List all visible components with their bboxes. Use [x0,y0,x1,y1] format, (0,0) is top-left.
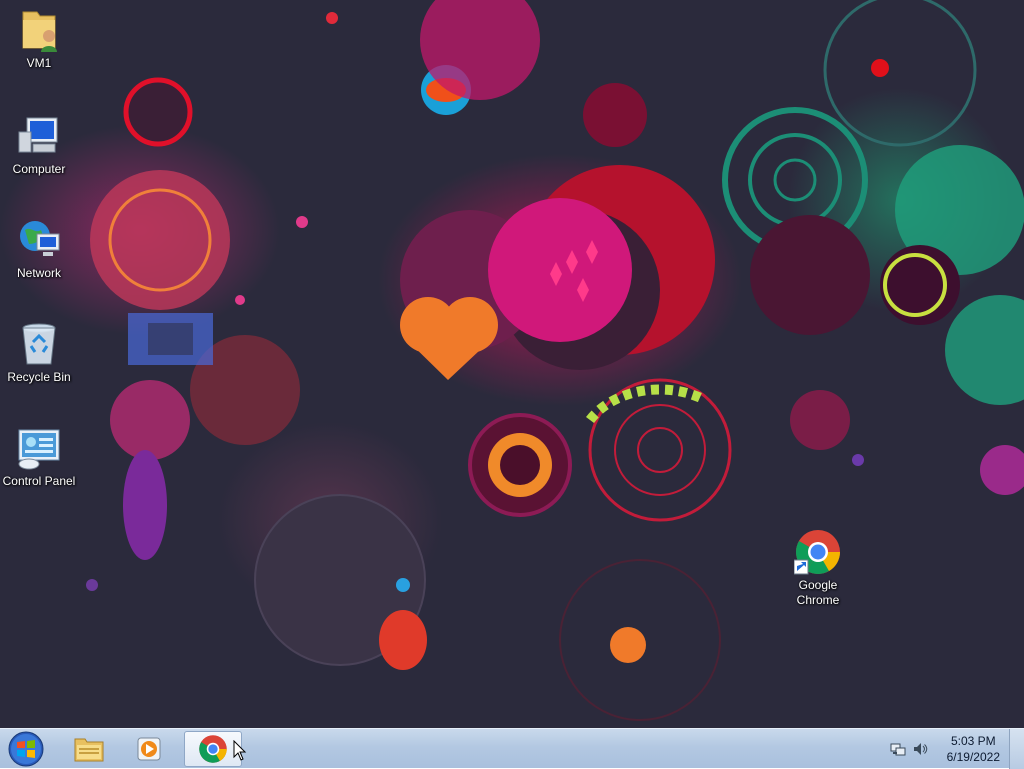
start-button[interactable] [4,730,48,768]
desktop-icon-label: Recycle Bin [7,370,71,384]
taskbar: 5:03 PM 6/19/2022 [0,728,1024,769]
user-folder-icon [22,11,57,52]
system-tray: 5:03 PM 6/19/2022 [884,729,1024,769]
desktop[interactable]: VM1 Computer Network Recycle Bin Control… [0,0,1024,728]
taskbar-item-media-player[interactable] [120,731,178,767]
desktop-icon-control-panel[interactable]: Control Panel [0,424,79,489]
desktop-icon-label: VM1 [26,56,52,70]
clock[interactable]: 5:03 PM 6/19/2022 [947,733,1000,765]
media-player-icon [137,737,161,761]
desktop-icon-computer[interactable]: Computer [0,112,79,177]
desktop-icon-google-chrome[interactable]: Google Chrome [778,528,858,608]
desktop-icon-label: Google Chrome [796,578,840,607]
network-globe-icon [20,221,60,256]
desktop-icon-label: Computer [12,162,66,176]
show-desktop-button[interactable] [1009,729,1024,769]
volume-icon[interactable] [912,741,928,757]
desktop-icon-vm1[interactable]: VM1 [0,6,79,71]
desktop-icon-label: Network [16,266,61,280]
control-panel-icon [18,429,60,470]
desktop-icon-recycle-bin[interactable]: Recycle Bin [0,320,79,385]
clock-time: 5:03 PM [950,734,996,748]
windows-start-icon [8,731,44,767]
folder-icon [74,738,104,762]
recycle-bin-icon [22,323,56,365]
chrome-shortcut-icon [794,530,840,575]
desktop-icon-network[interactable]: Network [0,216,79,281]
desktop-icon-label: Control Panel [2,474,76,488]
mouse-cursor-icon [233,740,247,761]
clock-date: 6/19/2022 [946,750,1000,764]
network-tray-icon[interactable] [890,741,906,757]
computer-icon [18,117,58,153]
wallpaper-image [86,0,1024,721]
taskbar-item-windows-explorer[interactable] [60,731,118,767]
chrome-icon [199,735,227,763]
